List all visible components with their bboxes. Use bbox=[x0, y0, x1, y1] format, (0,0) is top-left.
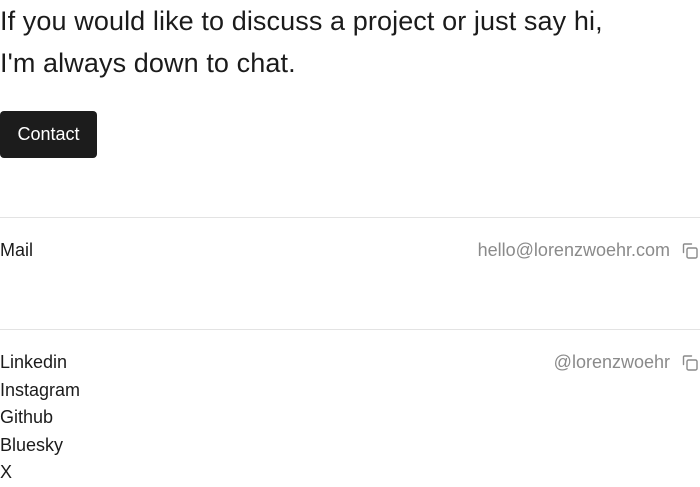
social-link-github[interactable]: Github bbox=[0, 404, 80, 432]
intro-text: If you would like to discuss a project o… bbox=[0, 0, 700, 84]
divider-top bbox=[0, 217, 700, 218]
mail-label: Mail bbox=[0, 240, 34, 260]
divider-middle bbox=[0, 329, 700, 330]
social-handle[interactable]: @lorenzwoehr bbox=[554, 349, 670, 377]
copy-icon[interactable] bbox=[681, 354, 699, 372]
social-link-bluesky[interactable]: Bluesky bbox=[0, 432, 80, 460]
intro-line-1: If you would like to discuss a project o… bbox=[0, 6, 603, 36]
intro-line-2: I'm always down to chat. bbox=[0, 48, 296, 78]
copy-icon[interactable] bbox=[681, 242, 699, 260]
contact-button[interactable]: Contact bbox=[0, 111, 97, 158]
social-link-x[interactable]: X bbox=[0, 459, 80, 487]
mail-address[interactable]: hello@lorenzwoehr.com bbox=[478, 237, 670, 265]
social-link-instagram[interactable]: Instagram bbox=[0, 377, 80, 405]
social-link-linkedin[interactable]: Linkedin bbox=[0, 349, 80, 377]
social-links-list: Linkedin Instagram Github Bluesky X bbox=[0, 349, 80, 487]
